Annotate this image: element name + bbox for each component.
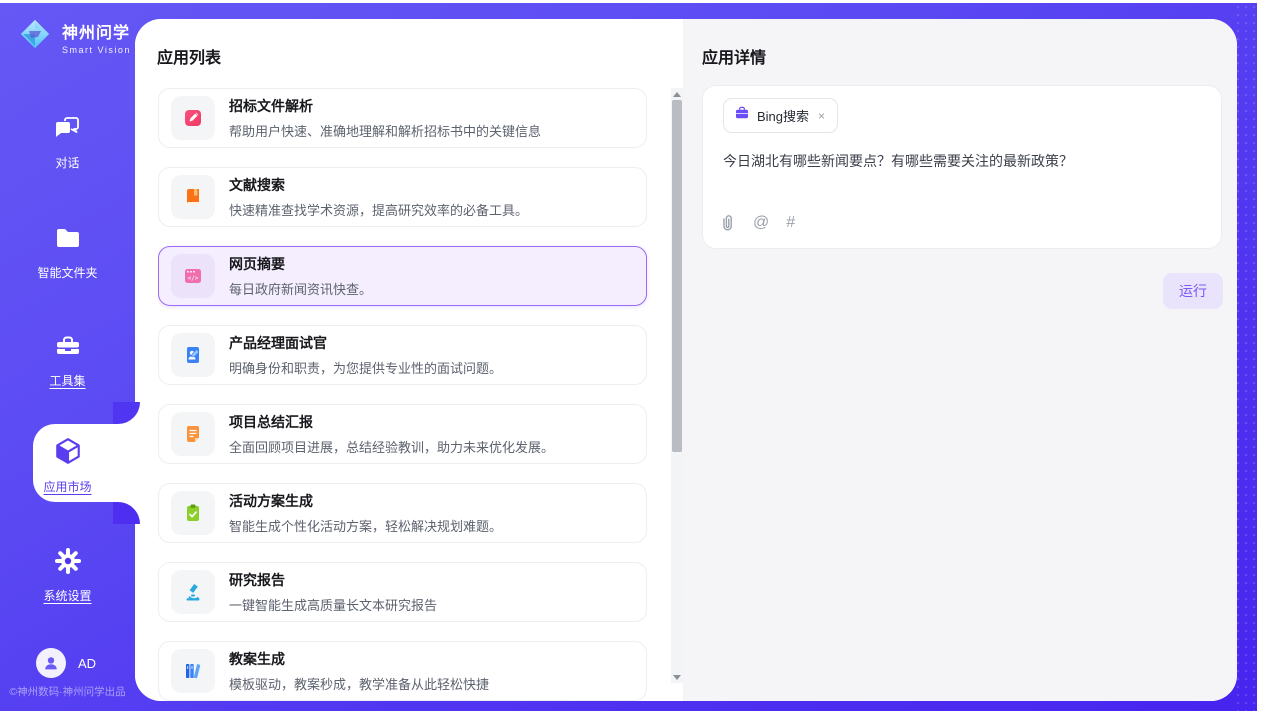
user-initials: AD	[78, 656, 96, 671]
tool-tag-bing-search[interactable]: Bing搜索 ×	[723, 98, 838, 133]
sidebar-item-label: 智能文件夹	[37, 264, 97, 281]
app-name: 文献搜索	[229, 175, 528, 195]
sidebar-item-label: 工具集	[49, 372, 85, 389]
sidebar-item-chat[interactable]: 对话	[0, 110, 135, 174]
sidebar-item-label: 应用市场	[43, 478, 91, 495]
gear-icon	[54, 547, 82, 580]
app-frame: 神州问学 Smart Vision 对话 智能文件夹	[0, 3, 1257, 711]
sidebar-item-settings[interactable]: 系统设置	[0, 543, 135, 607]
scroll-up-arrow[interactable]	[671, 88, 683, 100]
chat-icon	[54, 114, 82, 147]
app-name: 活动方案生成	[229, 491, 502, 511]
bubble-curve-top	[113, 402, 140, 424]
book-icon	[171, 175, 215, 219]
app-card-pm-interviewer[interactable]: 产品经理面试官 明确身份和职责，为您提供专业性的面试问题。	[158, 325, 647, 385]
clipboard-check-icon	[171, 491, 215, 535]
pen-square-icon	[171, 96, 215, 140]
books-icon	[171, 649, 215, 693]
prompt-text-input[interactable]: 今日湖北有哪些新闻要点？有哪些需要关注的最新政策？	[723, 151, 1201, 172]
app-card-event-plan[interactable]: 活动方案生成 智能生成个性化活动方案，轻松解决规划难题。	[158, 483, 647, 543]
app-card-research-report[interactable]: 研究报告 一键智能生成高质量长文本研究报告	[158, 562, 647, 622]
svg-text:</>: </>	[188, 275, 199, 282]
bubble-curve-bottom	[113, 502, 140, 524]
main-content: 应用列表 招标文件解析 帮助用户快速、准确地	[135, 19, 1237, 701]
diamond-logo-icon	[16, 15, 54, 58]
app-card-project-summary[interactable]: 项目总结汇报 全面回顾项目进展，总结经验教训，助力未来优化发展。	[158, 404, 647, 464]
sidebar-item-label: 系统设置	[43, 587, 91, 604]
scrollbar-thumb[interactable]	[672, 100, 682, 452]
brand-logo: 神州问学 Smart Vision	[16, 15, 131, 58]
app-name: 网页摘要	[229, 254, 372, 274]
app-name: 产品经理面试官	[229, 333, 502, 353]
app-card-literature-search[interactable]: 文献搜索 快速精准查找学术资源，提高研究效率的必备工具。	[158, 167, 647, 227]
sidebar: 神州问学 Smart Vision 对话 智能文件夹	[0, 3, 135, 711]
tag-label: Bing搜索	[757, 106, 809, 125]
app-name: 研究报告	[229, 570, 437, 590]
app-card-bid-parse[interactable]: 招标文件解析 帮助用户快速、准确地理解和解析招标书中的关键信息	[158, 88, 647, 148]
app-card-lesson-plan[interactable]: 教案生成 模板驱动，教案秒成，教学准备从此轻松快捷	[158, 641, 647, 701]
app-detail-title: 应用详情	[702, 44, 766, 68]
at-icon[interactable]: @	[753, 214, 769, 232]
decor-dot-strip	[1234, 3, 1257, 711]
app-name: 项目总结汇报	[229, 412, 554, 432]
toolbox-icon	[54, 332, 82, 365]
sidebar-item-app-market[interactable]: 应用市场	[0, 433, 135, 497]
input-toolbar: @ #	[720, 214, 795, 232]
app-desc: 模板驱动，教案秒成，教学准备从此轻松快捷	[229, 674, 489, 693]
app-desc: 帮助用户快速、准确地理解和解析招标书中的关键信息	[229, 121, 541, 140]
scroll-down-arrow[interactable]	[671, 671, 683, 683]
app-detail-panel: 应用详情 Bing搜索 × 今日湖北有哪些新闻要点？有哪些需要关注的最新政策？	[683, 19, 1237, 701]
paperclip-icon[interactable]	[720, 214, 736, 232]
browser-code-icon: </>	[171, 254, 215, 298]
sidebar-item-label: 对话	[55, 154, 79, 171]
app-desc: 智能生成个性化活动方案，轻松解决规划难题。	[229, 516, 502, 535]
app-list: 招标文件解析 帮助用户快速、准确地理解和解析招标书中的关键信息 文献搜索	[158, 88, 660, 701]
app-card-web-summary[interactable]: </> 网页摘要 每日政府新闻资讯快查。	[158, 246, 647, 306]
hash-icon[interactable]: #	[786, 214, 795, 232]
folder-icon	[54, 224, 82, 257]
run-button[interactable]: 运行	[1163, 273, 1223, 309]
cube-icon	[53, 436, 83, 471]
brand-name: 神州问学	[62, 19, 131, 43]
close-icon[interactable]: ×	[816, 109, 827, 123]
interviewer-icon	[171, 333, 215, 377]
app-list-title: 应用列表	[157, 44, 221, 68]
user-account[interactable]: AD	[36, 648, 96, 678]
app-desc: 每日政府新闻资讯快查。	[229, 279, 372, 298]
list-scrollbar[interactable]	[671, 88, 683, 683]
app-name: 教案生成	[229, 649, 489, 669]
briefcase-icon	[734, 105, 750, 126]
app-list-panel: 应用列表 招标文件解析 帮助用户快速、准确地	[135, 19, 683, 701]
note-icon	[171, 412, 215, 456]
copyright-footer: ©神州数码·神州问学出品	[0, 684, 135, 699]
app-desc: 全面回顾项目进展，总结经验教训，助力未来优化发展。	[229, 437, 554, 456]
sidebar-item-smart-folder[interactable]: 智能文件夹	[0, 220, 135, 284]
app-desc: 明确身份和职责，为您提供专业性的面试问题。	[229, 358, 502, 377]
app-name: 招标文件解析	[229, 96, 541, 116]
brand-tagline: Smart Vision	[62, 45, 131, 55]
app-desc: 一键智能生成高质量长文本研究报告	[229, 595, 437, 614]
avatar	[36, 648, 66, 678]
prompt-card: Bing搜索 × 今日湖北有哪些新闻要点？有哪些需要关注的最新政策？ @ #	[702, 85, 1222, 249]
sidebar-item-toolset[interactable]: 工具集	[0, 328, 135, 392]
app-desc: 快速精准查找学术资源，提高研究效率的必备工具。	[229, 200, 528, 219]
microscope-icon	[171, 570, 215, 614]
